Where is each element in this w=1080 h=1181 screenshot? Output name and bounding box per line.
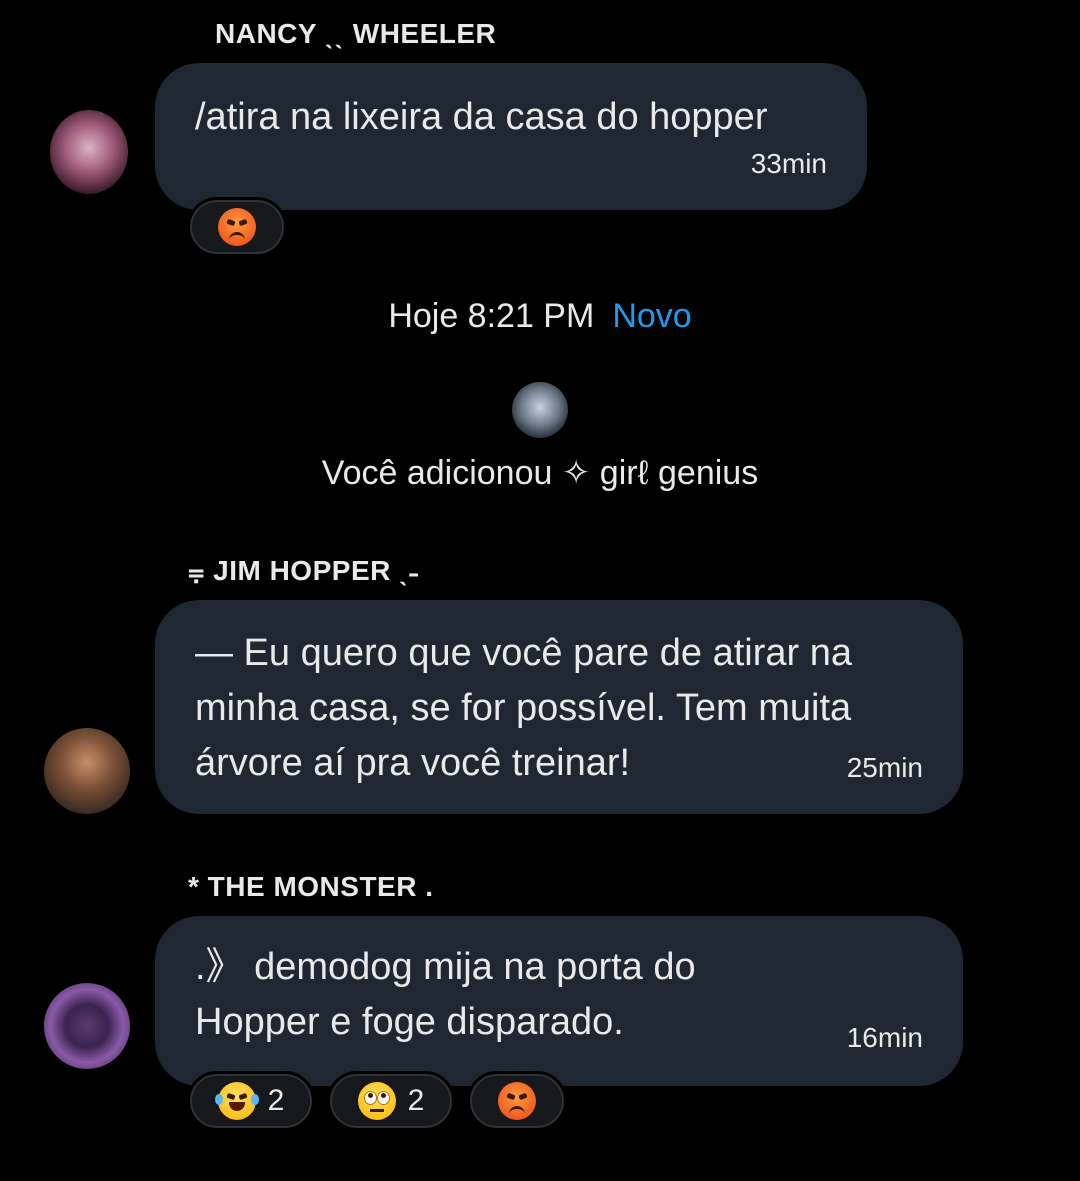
angry-face-icon (218, 208, 256, 246)
sender-name: * THE MONSTER . (188, 871, 434, 902)
message-line: Hopper e foge disparado. (195, 1001, 624, 1043)
message-text: /atira na lixeira da casa do hopper (195, 96, 768, 138)
reaction-laugh[interactable]: 2 (187, 1071, 315, 1131)
reaction-eye-roll[interactable]: 2 (327, 1071, 455, 1131)
reaction-angry[interactable] (187, 197, 287, 257)
message-time: 33min (750, 148, 827, 179)
message-line: — Eu quero que você pare de atirar na (195, 632, 852, 674)
message-line: .》 demodog mija na porta do (195, 946, 696, 988)
message-line: minha casa, se for possível. Tem muita (195, 687, 852, 729)
added-user-avatar[interactable] (512, 382, 568, 438)
message-bubble[interactable]: — Eu quero que você pare de atirar na mi… (155, 600, 963, 814)
eye-roll-icon (357, 1082, 396, 1120)
message-line: árvore aí pra você treinar! (195, 742, 631, 784)
reaction-count: 2 (407, 1084, 425, 1117)
sender-name: NANCY ˎˎ WHEELER (215, 18, 497, 49)
reaction-count: 2 (267, 1084, 285, 1117)
avatar[interactable] (44, 983, 130, 1069)
new-marker: Novo (612, 297, 692, 335)
message-time: 16min (846, 1022, 923, 1053)
tears-of-joy-icon (214, 1082, 259, 1120)
avatar[interactable] (44, 728, 130, 814)
date-divider: Hoje 8:21 PM Novo (0, 297, 1080, 336)
sender-name: ⩦ JIM HOPPER ˎ˗ (188, 555, 419, 586)
message-bubble[interactable]: .》 demodog mija na porta do Hopper e fog… (155, 916, 963, 1086)
message-bubble[interactable]: /atira na lixeira da casa do hopper 33mi… (155, 63, 867, 210)
divider-time: Hoje 8:21 PM (388, 297, 595, 335)
message-time: 25min (846, 752, 923, 783)
system-event-text: Você adicionou ✧ girℓ genius (321, 454, 759, 492)
angry-face-icon (498, 1082, 536, 1120)
avatar[interactable] (50, 110, 128, 194)
reaction-angry[interactable] (467, 1071, 567, 1131)
